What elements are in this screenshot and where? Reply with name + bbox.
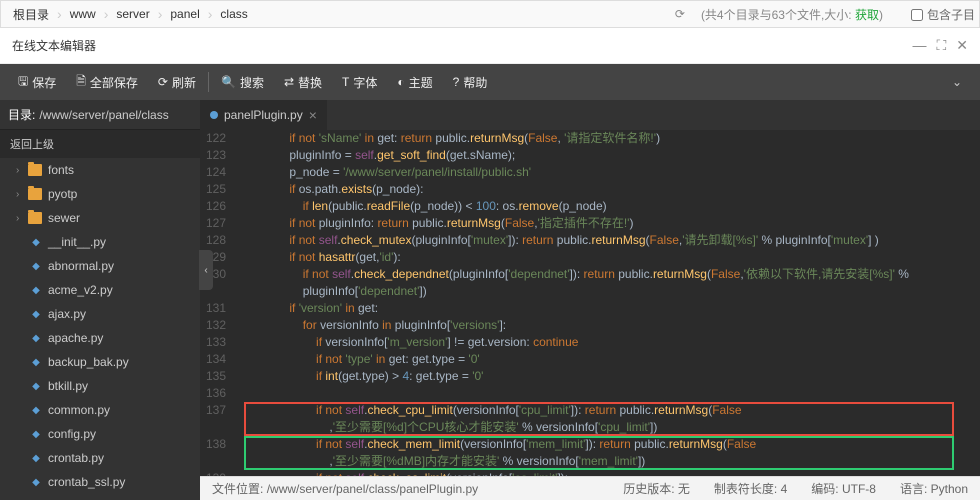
minimize-icon[interactable]: — bbox=[912, 37, 926, 54]
font-button[interactable]: T字体 bbox=[332, 64, 387, 100]
folder-fonts[interactable]: ›fonts bbox=[0, 158, 200, 182]
refresh-icon[interactable]: ⟳ bbox=[667, 7, 693, 21]
modal-titlebar: 在线文本编辑器 — ⛶ ✕ bbox=[0, 28, 980, 64]
file-btkill-py[interactable]: ◆btkill.py bbox=[0, 374, 200, 398]
status-encoding[interactable]: 编码: UTF-8 bbox=[811, 480, 876, 497]
python-icon: ◆ bbox=[30, 260, 42, 272]
folder-icon bbox=[28, 188, 42, 200]
save-icon: 🖫 bbox=[18, 72, 28, 93]
sidebar-path: 目录: /www/server/panel/class bbox=[0, 100, 200, 130]
bc-server[interactable]: server bbox=[108, 7, 157, 21]
maximize-icon[interactable]: ⛶ bbox=[936, 37, 946, 54]
file-backup_bak-py[interactable]: ◆backup_bak.py bbox=[0, 350, 200, 374]
save-all-icon: 🗎 bbox=[76, 72, 86, 93]
bc-www[interactable]: www bbox=[62, 7, 104, 21]
toolbar: 🖫保存 🗎全部保存 ⟳刷新 🔍搜索 ⇄替换 T字体 ◐主题 ?帮助 ⌄ bbox=[0, 64, 980, 100]
theme-icon: ◐ bbox=[397, 75, 404, 89]
theme-button[interactable]: ◐主题 bbox=[387, 64, 442, 100]
subdir-checkbox[interactable] bbox=[911, 9, 923, 21]
file-common-py[interactable]: ◆common.py bbox=[0, 398, 200, 422]
file-tree[interactable]: ›fonts›pyotp›sewer◆__init__.py◆abnormal.… bbox=[0, 158, 200, 500]
python-icon: ◆ bbox=[30, 476, 42, 488]
chevron-right-icon: › bbox=[16, 165, 26, 176]
folder-icon bbox=[28, 164, 42, 176]
dir-info: (共4个目录与63个文件,大小: 获取) bbox=[693, 6, 891, 23]
python-icon: ◆ bbox=[30, 284, 42, 296]
file-apache-py[interactable]: ◆apache.py bbox=[0, 326, 200, 350]
python-icon: ◆ bbox=[30, 236, 42, 248]
file-acme_v2-py[interactable]: ◆acme_v2.py bbox=[0, 278, 200, 302]
python-icon: ◆ bbox=[30, 404, 42, 416]
python-icon: ◆ bbox=[30, 428, 42, 440]
code-content[interactable]: if not 'sName' in get: return public.ret… bbox=[236, 130, 980, 476]
tab-close-icon[interactable]: × bbox=[309, 107, 317, 123]
file-__init__-py[interactable]: ◆__init__.py bbox=[0, 230, 200, 254]
save-all-button[interactable]: 🗎全部保存 bbox=[66, 64, 148, 100]
folder-icon bbox=[28, 212, 42, 224]
toolbar-dropdown[interactable]: ⌄ bbox=[942, 75, 972, 89]
replace-button[interactable]: ⇄替换 bbox=[274, 64, 332, 100]
modified-dot-icon bbox=[210, 111, 218, 119]
back-button[interactable]: 返回上级 bbox=[0, 130, 200, 158]
font-icon: T bbox=[342, 75, 349, 89]
include-subdir[interactable]: 包含子目 bbox=[911, 6, 975, 23]
status-history[interactable]: 历史版本: 无 bbox=[623, 480, 690, 497]
python-icon: ◆ bbox=[30, 332, 42, 344]
statusbar: 文件位置: /www/server/panel/class/panelPlugi… bbox=[200, 476, 980, 500]
editor: ‹ panelPlugin.py × 122123124125126127128… bbox=[200, 100, 980, 500]
collapse-sidebar-icon[interactable]: ‹ bbox=[199, 250, 213, 290]
bc-class[interactable]: class bbox=[212, 7, 255, 21]
line-gutter: 1221231241251261271281291301311321331341… bbox=[200, 130, 236, 476]
file-ajax-py[interactable]: ◆ajax.py bbox=[0, 302, 200, 326]
tabs: panelPlugin.py × bbox=[200, 100, 980, 130]
close-icon[interactable]: ✕ bbox=[956, 37, 968, 54]
sidebar: 目录: /www/server/panel/class 返回上级 ›fonts›… bbox=[0, 100, 200, 500]
replace-icon: ⇄ bbox=[284, 75, 294, 89]
chevron-right-icon: › bbox=[16, 213, 26, 224]
file-data-py[interactable]: ◆data.py bbox=[0, 494, 200, 500]
refresh-icon: ⟳ bbox=[158, 75, 168, 89]
file-config-py[interactable]: ◆config.py bbox=[0, 422, 200, 446]
breadcrumb: 根目录› www› server› panel› class ⟳ (共4个目录与… bbox=[0, 0, 980, 28]
file-abnormal-py[interactable]: ◆abnormal.py bbox=[0, 254, 200, 278]
search-icon: 🔍 bbox=[221, 75, 236, 89]
status-tabsize[interactable]: 制表符长度: 4 bbox=[714, 480, 787, 497]
file-crontab-py[interactable]: ◆crontab.py bbox=[0, 446, 200, 470]
search-button[interactable]: 🔍搜索 bbox=[211, 64, 274, 100]
python-icon: ◆ bbox=[30, 452, 42, 464]
chevron-right-icon: › bbox=[16, 189, 26, 200]
bc-root[interactable]: 根目录 bbox=[5, 6, 57, 23]
save-button[interactable]: 🖫保存 bbox=[8, 64, 66, 100]
folder-pyotp[interactable]: ›pyotp bbox=[0, 182, 200, 206]
python-icon: ◆ bbox=[30, 380, 42, 392]
python-icon: ◆ bbox=[30, 308, 42, 320]
code-area[interactable]: 1221231241251261271281291301311321331341… bbox=[200, 130, 980, 476]
modal-title: 在线文本编辑器 bbox=[12, 37, 96, 54]
tab-panelplugin[interactable]: panelPlugin.py × bbox=[200, 100, 327, 130]
get-size-link[interactable]: 获取 bbox=[855, 8, 879, 22]
bc-panel[interactable]: panel bbox=[162, 7, 207, 21]
status-path: 文件位置: /www/server/panel/class/panelPlugi… bbox=[212, 480, 478, 497]
file-crontab_ssl-py[interactable]: ◆crontab_ssl.py bbox=[0, 470, 200, 494]
python-icon: ◆ bbox=[30, 356, 42, 368]
help-icon: ? bbox=[453, 75, 460, 89]
help-button[interactable]: ?帮助 bbox=[443, 64, 498, 100]
folder-sewer[interactable]: ›sewer bbox=[0, 206, 200, 230]
refresh-button[interactable]: ⟳刷新 bbox=[148, 64, 206, 100]
sidebar-path-value: /www/server/panel/class bbox=[39, 108, 168, 122]
status-lang[interactable]: 语言: Python bbox=[900, 480, 968, 497]
